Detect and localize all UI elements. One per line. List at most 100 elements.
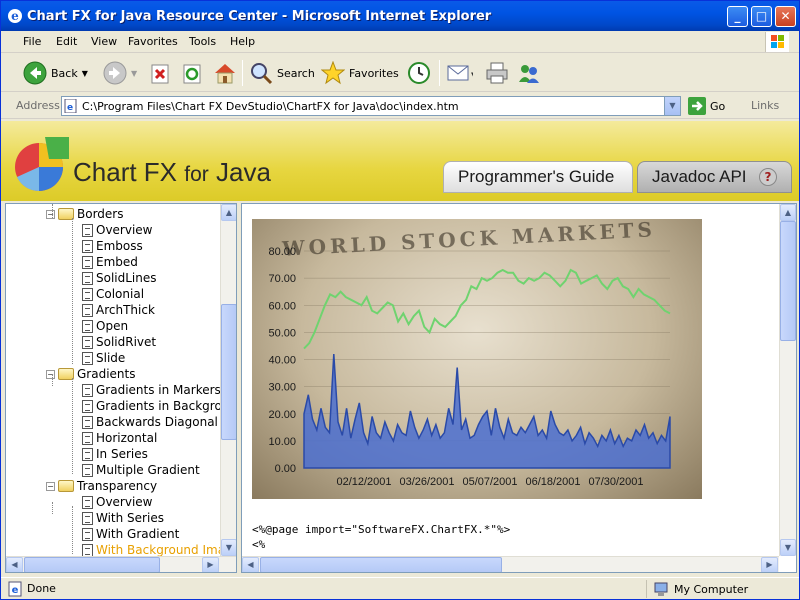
- search-label: Search: [277, 66, 315, 80]
- window-title: Chart FX for Java Resource Center - Micr…: [27, 9, 492, 24]
- tree-item[interactable]: With Background Imag: [82, 542, 220, 556]
- tree-item[interactable]: Multiple Gradient: [82, 462, 200, 478]
- y-tick-label: 40.00: [268, 355, 296, 367]
- code-line: <%: [252, 538, 266, 551]
- messenger-icon[interactable]: [517, 62, 541, 84]
- tree-item-label: Backwards Diagonal: [96, 415, 218, 429]
- tree-item[interactable]: SolidRivet: [82, 334, 156, 350]
- status-text: Done: [27, 582, 56, 595]
- links-toolbar-button[interactable]: Links: [751, 99, 779, 112]
- svg-text:▼: ▼: [471, 71, 473, 79]
- collapse-icon[interactable]: −: [46, 369, 55, 379]
- tree-item-label: ArchThick: [96, 303, 155, 317]
- tree-item[interactable]: Overview: [82, 494, 153, 510]
- menu-tools[interactable]: Tools: [189, 35, 216, 48]
- x-tick-label: 06/18/2001: [525, 476, 580, 488]
- minimize-button[interactable]: _: [727, 6, 748, 27]
- tree-item[interactable]: SolidLines: [82, 270, 157, 286]
- stop-icon[interactable]: [151, 64, 171, 84]
- refresh-icon[interactable]: [183, 64, 203, 84]
- print-icon[interactable]: [485, 62, 509, 84]
- menu-edit[interactable]: Edit: [56, 35, 77, 48]
- home-icon[interactable]: [213, 62, 237, 84]
- document-icon: [82, 383, 93, 397]
- forward-button[interactable]: ▼: [103, 58, 137, 88]
- navigation-tree: − Borders Overview Emboss Embed SolidLines Col…: [6, 204, 220, 556]
- back-dropdown-icon[interactable]: ▼: [82, 69, 88, 78]
- content-horizontal-scrollbar[interactable]: ◀ ▶: [242, 556, 779, 572]
- tree-item[interactable]: In Series: [82, 446, 148, 462]
- help-icon[interactable]: ?: [759, 168, 777, 186]
- menu-favorites[interactable]: Favorites: [128, 35, 178, 48]
- tree-item[interactable]: Gradients in Backgrou: [82, 398, 220, 414]
- tree-item[interactable]: Embed: [82, 254, 138, 270]
- tree-item[interactable]: ArchThick: [82, 302, 155, 318]
- menu-file[interactable]: File: [23, 35, 41, 48]
- address-label: Address: [16, 99, 60, 112]
- tree-folder[interactable]: − Gradients: [46, 366, 135, 382]
- tree-item-label: SolidRivet: [96, 335, 157, 349]
- menu-help[interactable]: Help: [230, 35, 255, 48]
- tree-item[interactable]: Horizontal: [82, 430, 157, 446]
- scroll-right-button[interactable]: ▶: [202, 557, 219, 572]
- search-button[interactable]: Search: [249, 58, 315, 88]
- tree-item[interactable]: Backwards Diagonal: [82, 414, 218, 430]
- tree-item[interactable]: Gradients in Markers: [82, 382, 220, 398]
- tree-item[interactable]: Overview: [82, 222, 153, 238]
- scroll-left-button[interactable]: ◀: [242, 557, 259, 572]
- content-vertical-scrollbar[interactable]: ▲ ▼: [779, 204, 796, 556]
- scroll-down-button[interactable]: ▼: [780, 539, 796, 556]
- document-icon: [82, 223, 93, 237]
- x-tick-label: 03/26/2001: [399, 476, 454, 488]
- back-button[interactable]: Back ▼: [23, 58, 88, 88]
- tree-item-label: Horizontal: [96, 431, 158, 445]
- tree-item-label: SolidLines: [96, 271, 157, 285]
- stock-chart: 80.00 70.00 60.00 50.00 40.00 30.00 20.00 10.00…: [268, 246, 671, 488]
- document-icon: [82, 303, 93, 317]
- maximize-button[interactable]: □: [751, 6, 772, 27]
- history-icon[interactable]: [407, 61, 431, 85]
- tree-item[interactable]: Emboss: [82, 238, 143, 254]
- address-input[interactable]: e C:\Program Files\Chart FX DevStudio\Ch…: [61, 96, 681, 116]
- document-icon: [82, 335, 93, 349]
- tree-item-label: Gradients in Markers: [96, 383, 220, 397]
- horizontal-scroll-thumb[interactable]: [24, 557, 160, 572]
- address-bar: Address e C:\Program Files\Chart FX DevS…: [1, 93, 799, 119]
- collapse-icon[interactable]: −: [46, 481, 55, 491]
- tab-programmers-guide[interactable]: Programmer's Guide: [443, 161, 633, 193]
- x-tick-label: 07/30/2001: [588, 476, 643, 488]
- scroll-left-button[interactable]: ◀: [6, 557, 23, 572]
- tree-folder[interactable]: − Transparency: [46, 478, 157, 494]
- scroll-up-button[interactable]: ▲: [221, 204, 236, 221]
- close-button[interactable]: ✕: [775, 6, 796, 27]
- menu-view[interactable]: View: [91, 35, 117, 48]
- mail-icon[interactable]: ▼: [447, 63, 473, 83]
- svg-text:e: e: [12, 585, 19, 596]
- tree-item[interactable]: Open: [82, 318, 128, 334]
- go-button[interactable]: Go: [688, 97, 725, 115]
- document-icon: [82, 271, 93, 285]
- scroll-down-button[interactable]: ▼: [221, 539, 236, 556]
- scroll-right-button[interactable]: ▶: [761, 557, 778, 572]
- tree-item[interactable]: Slide: [82, 350, 125, 366]
- scroll-thumb[interactable]: [780, 221, 796, 341]
- scroll-up-button[interactable]: ▲: [780, 204, 796, 221]
- forward-dropdown-icon[interactable]: ▼: [131, 69, 137, 78]
- title-bar[interactable]: e Chart FX for Java Resource Center - Mi…: [1, 1, 799, 31]
- document-icon: [82, 287, 93, 301]
- document-icon: [82, 431, 93, 445]
- y-tick-label: 50.00: [268, 327, 296, 339]
- scroll-thumb[interactable]: [221, 304, 236, 440]
- tree-item-label: Overview: [96, 495, 153, 509]
- address-dropdown-button[interactable]: ▼: [664, 97, 680, 115]
- tree-item[interactable]: With Series: [82, 510, 164, 526]
- collapse-icon[interactable]: −: [46, 209, 55, 219]
- tree-vertical-scrollbar[interactable]: ▲ ▼: [220, 204, 236, 556]
- tree-item[interactable]: With Gradient: [82, 526, 179, 542]
- tree-horizontal-scrollbar[interactable]: ◀ ▶: [6, 556, 236, 572]
- favorites-button[interactable]: Favorites: [321, 58, 399, 88]
- tree-folder[interactable]: − Borders: [46, 206, 123, 222]
- horizontal-scroll-thumb[interactable]: [260, 557, 502, 572]
- svg-text:e: e: [67, 103, 73, 113]
- tree-item[interactable]: Colonial: [82, 286, 144, 302]
